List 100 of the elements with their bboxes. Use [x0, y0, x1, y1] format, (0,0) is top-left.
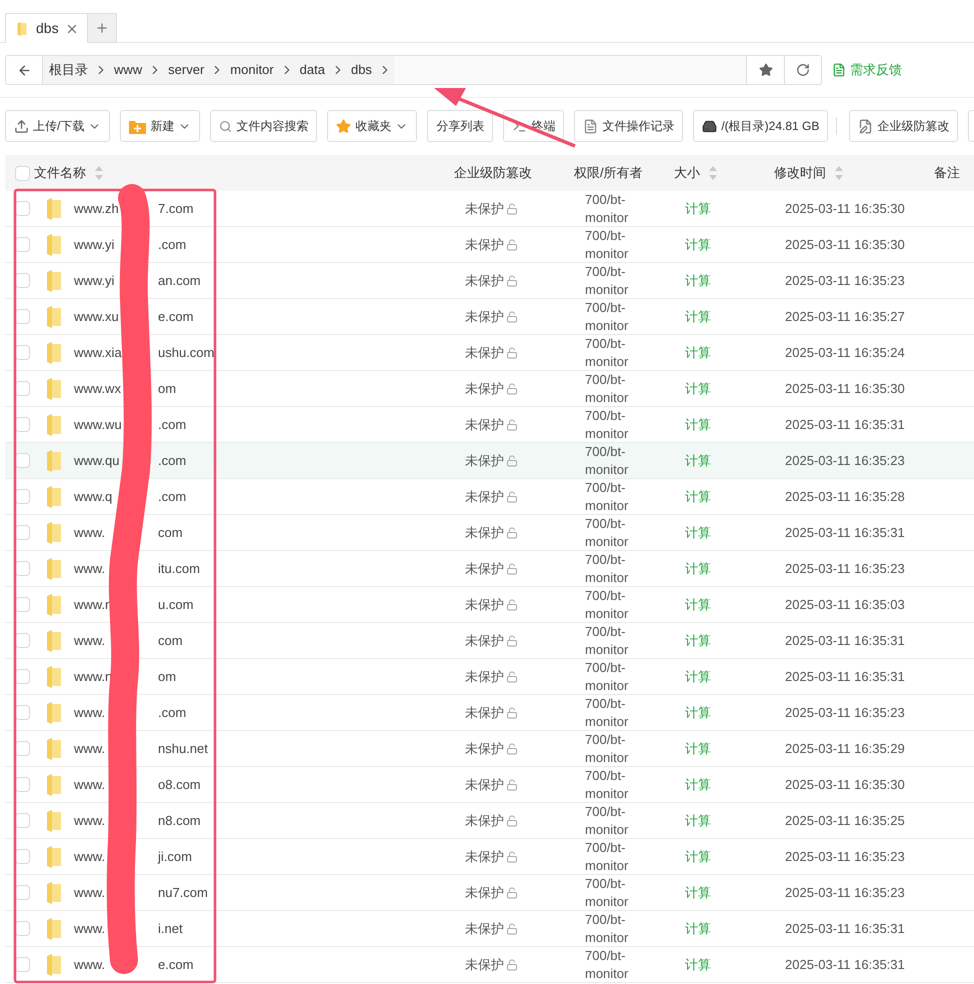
file-name[interactable]: www.wx — [74, 378, 126, 398]
toolbar-button[interactable]: 收藏夹 — [327, 110, 418, 142]
file-name[interactable]: .com — [158, 450, 186, 470]
file-name[interactable]: ushu.com — [158, 342, 214, 362]
toolbar-button[interactable]: 文件内容搜索 — [210, 110, 318, 142]
path-segment[interactable]: monitor — [224, 60, 280, 80]
unlock-icon[interactable] — [506, 598, 518, 610]
file-name[interactable]: www.yi — [74, 270, 126, 290]
favorite-button[interactable] — [746, 55, 785, 85]
file-name[interactable]: com — [158, 630, 183, 650]
folder-icon — [45, 630, 63, 652]
protection-status: 未保护 — [465, 272, 504, 290]
file-name[interactable]: 7.com — [158, 198, 194, 218]
file-name[interactable]: .com — [158, 414, 186, 434]
toolbar-button[interactable]: /(根目录)24.81 GB — [693, 110, 828, 142]
column-header[interactable]: 大小 — [674, 163, 718, 183]
toolbar-button[interactable]: 新建 — [120, 110, 200, 142]
file-name[interactable]: www. — [74, 882, 126, 902]
file-name[interactable]: www. — [74, 954, 126, 974]
unlock-icon[interactable] — [506, 382, 518, 394]
file-name[interactable]: com — [158, 522, 183, 542]
file-name[interactable]: www.zh — [74, 198, 126, 218]
file-name[interactable]: www. — [74, 522, 126, 542]
file-name[interactable]: www.yi — [74, 234, 126, 254]
unlock-icon[interactable] — [506, 922, 518, 934]
sort-icon[interactable] — [834, 165, 844, 181]
unlock-icon[interactable] — [506, 886, 518, 898]
file-name[interactable]: n8.com — [158, 810, 201, 830]
file-name[interactable]: an.com — [158, 270, 201, 290]
file-name[interactable]: www. — [74, 774, 126, 794]
file-name[interactable]: .com — [158, 234, 186, 254]
unlock-icon[interactable] — [506, 346, 518, 358]
file-name[interactable]: nshu.net — [158, 738, 208, 758]
refresh-button[interactable] — [785, 55, 822, 85]
unlock-icon[interactable] — [506, 670, 518, 682]
file-name[interactable]: .com — [158, 702, 186, 722]
unlock-icon[interactable] — [506, 274, 518, 286]
toolbar-button[interactable]: 分享列表 — [427, 110, 494, 142]
file-name[interactable]: www.qu — [74, 450, 126, 470]
unlock-icon[interactable] — [506, 958, 518, 970]
unlock-icon[interactable] — [506, 454, 518, 466]
column-header[interactable]: 文件名称 — [34, 163, 104, 183]
file-name[interactable]: www. — [74, 630, 126, 650]
file-name[interactable]: ji.com — [158, 846, 192, 866]
file-name[interactable]: i.net — [158, 918, 183, 938]
path-segment[interactable]: server — [162, 60, 210, 80]
column-header[interactable]: 企业级防篡改 — [454, 163, 532, 183]
tab[interactable]: dbs — [5, 13, 88, 43]
column-header[interactable]: 备注 — [934, 163, 960, 183]
path-segment[interactable]: dbs — [344, 60, 378, 80]
unlock-icon[interactable] — [506, 706, 518, 718]
unlock-icon[interactable] — [506, 562, 518, 574]
file-name[interactable]: www.q — [74, 486, 126, 506]
file-name[interactable]: .com — [158, 486, 186, 506]
unlock-icon[interactable] — [506, 418, 518, 430]
file-name[interactable]: www. — [74, 846, 126, 866]
unlock-icon[interactable] — [506, 742, 518, 754]
protection-status: 未保护 — [465, 848, 504, 866]
file-name[interactable]: www. — [74, 558, 126, 578]
file-row[interactable]: www.qu .com 未保护 700/bt-monitor 计算 2025-03-11 16:35:23 — [5, 443, 974, 479]
column-header[interactable]: 修改时间 — [774, 163, 844, 183]
path-segment[interactable]: www — [108, 60, 148, 80]
file-name[interactable]: e.com — [158, 306, 194, 326]
toolbar-button[interactable]: 文件操作记录 — [574, 110, 684, 142]
unlock-icon[interactable] — [506, 310, 518, 322]
file-name[interactable]: www. — [74, 702, 126, 722]
file-name[interactable]: o8.com — [158, 774, 201, 794]
path-segment[interactable]: data — [294, 60, 331, 80]
unlock-icon[interactable] — [506, 490, 518, 502]
back-button[interactable] — [5, 55, 43, 85]
toolbar-button[interactable]: 上传/下载 — [5, 110, 110, 142]
unlock-icon[interactable] — [506, 814, 518, 826]
unlock-icon[interactable] — [506, 238, 518, 250]
sort-icon[interactable] — [94, 165, 104, 181]
file-name[interactable]: www. — [74, 810, 126, 830]
unlock-icon[interactable] — [506, 202, 518, 214]
sort-icon[interactable] — [708, 165, 718, 181]
column-header[interactable]: 权限/所有者 — [574, 163, 643, 183]
file-name[interactable]: itu.com — [158, 558, 200, 578]
file-name[interactable]: www.xia — [74, 342, 126, 362]
file-name[interactable]: www.xu — [74, 306, 126, 326]
modified-time: 2025-03-11 16:35:23 — [785, 704, 905, 720]
unlock-icon[interactable] — [506, 850, 518, 862]
unlock-icon[interactable] — [506, 778, 518, 790]
path-segment[interactable]: 根目录 — [43, 60, 94, 80]
unlock-icon[interactable] — [506, 634, 518, 646]
file-name[interactable]: www.wu — [74, 414, 126, 434]
unlock-icon[interactable] — [506, 526, 518, 538]
file-name[interactable]: www. — [74, 918, 126, 938]
new-tab-button[interactable] — [88, 13, 117, 43]
file-name[interactable]: u.com — [158, 594, 194, 614]
star-icon — [336, 118, 352, 134]
file-name[interactable]: www. — [74, 738, 126, 758]
toolbar-button[interactable]: 企业级防篡改 — [849, 110, 958, 142]
file-name[interactable]: nu7.com — [158, 882, 208, 902]
file-name[interactable]: om — [158, 378, 176, 398]
checkbox[interactable] — [15, 166, 30, 180]
file-name[interactable]: e.com — [158, 954, 194, 974]
file-name[interactable]: om — [158, 666, 176, 686]
path-bar[interactable]: 根目录 www server monitor data dbs — [43, 55, 746, 85]
